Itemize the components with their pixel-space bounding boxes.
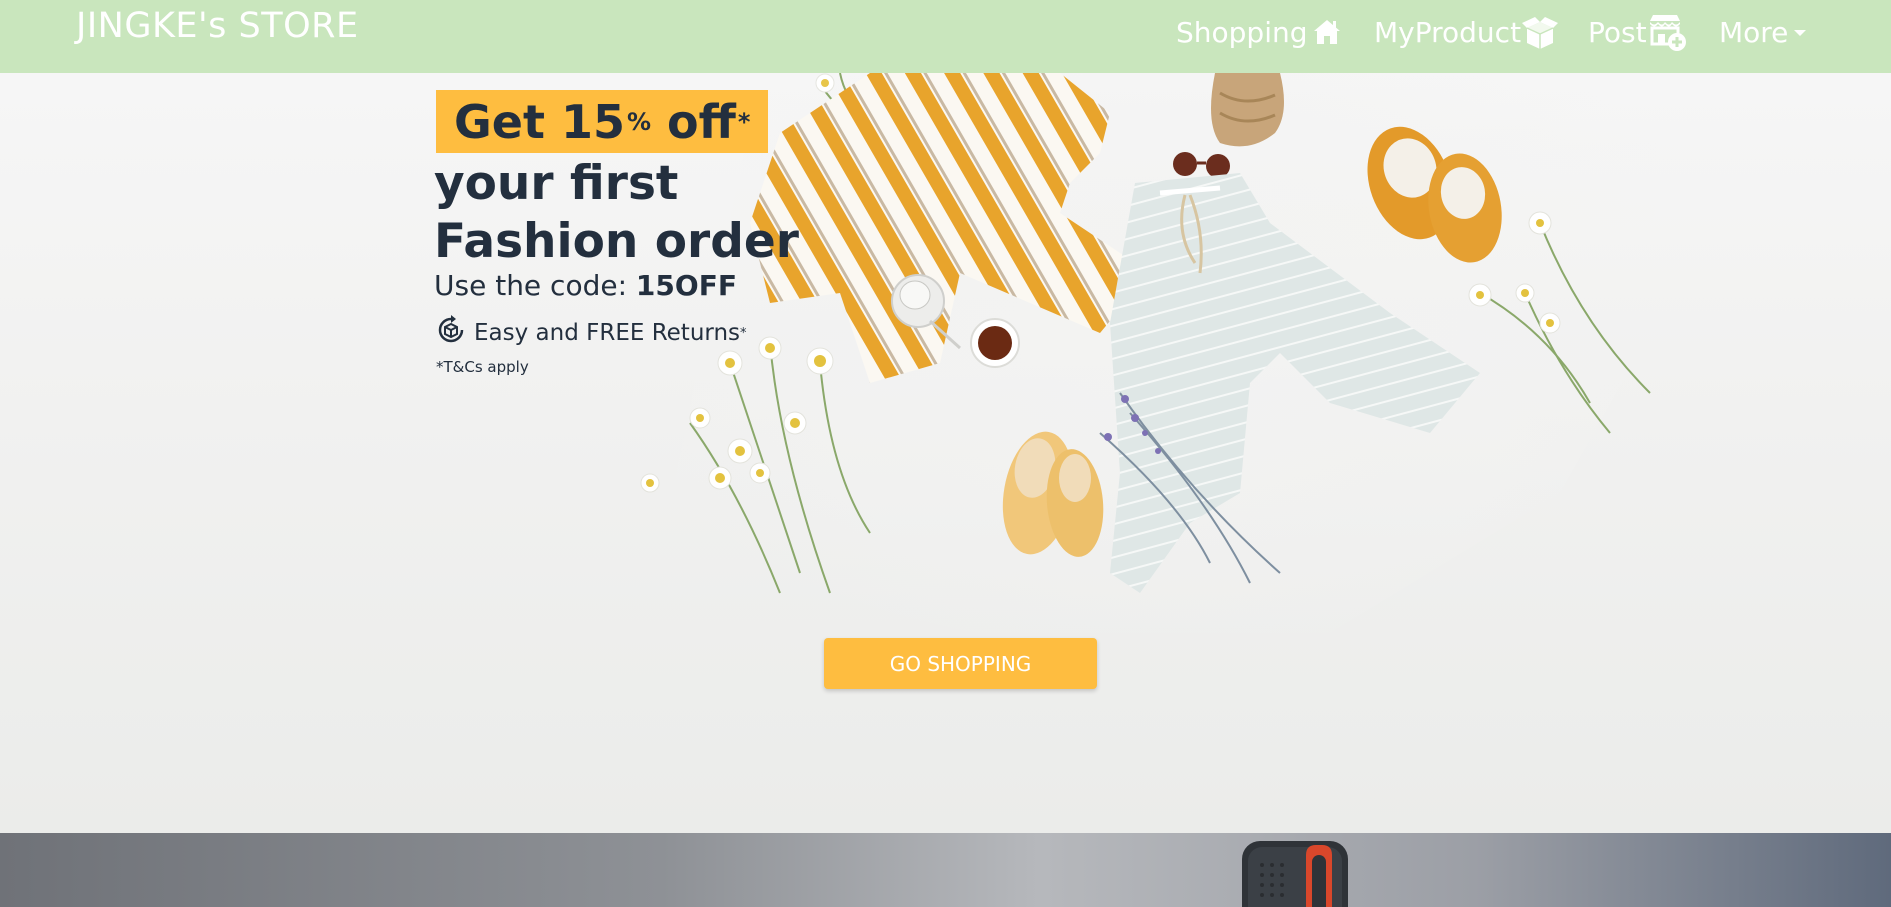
terms-note: *T&Cs apply <box>436 358 529 376</box>
nav-post-label: Post <box>1588 15 1647 49</box>
go-shopping-button[interactable]: GO SHOPPING <box>824 638 1097 689</box>
product-banner[interactable] <box>0 833 1891 907</box>
store-brand[interactable]: JINGKE's STORE <box>76 6 359 46</box>
promo-code-line: Use the code: 15OFF <box>434 269 737 302</box>
nav-myproduct-label: MyProduct <box>1374 15 1522 49</box>
nav-shopping[interactable]: Shopping <box>1176 10 1342 54</box>
returns-icon <box>436 315 474 351</box>
package-icon <box>1521 14 1559 50</box>
promo-code: 15OFF <box>635 269 737 302</box>
portable-ssd-image <box>1242 841 1348 907</box>
returns-asterisk: * <box>740 325 747 341</box>
badge-text: Get 15 <box>454 94 625 149</box>
caret-down-icon <box>1794 30 1807 36</box>
home-icon <box>1312 17 1342 47</box>
nav-myproduct[interactable]: MyProduct <box>1374 10 1559 54</box>
store-add-icon <box>1647 12 1687 52</box>
discount-badge: Get 15% off * <box>436 90 769 153</box>
badge-percent: % <box>626 107 652 136</box>
returns-text: Easy and FREE Returns <box>474 320 741 346</box>
nav-shopping-label: Shopping <box>1176 15 1308 49</box>
nav-more-label: More <box>1719 15 1789 49</box>
free-returns-line: Easy and FREE Returns * <box>436 315 747 351</box>
hero-headline: your first Fashion order <box>434 156 799 269</box>
nav-more-dropdown[interactable]: More <box>1719 10 1807 54</box>
hero-banner: Get 15% off * your first Fashion order Us… <box>0 73 1891 833</box>
top-navbar: JINGKE's STORE Shopping MyProduct Post M… <box>0 0 1891 73</box>
promo-code-prefix: Use the code: <box>434 269 636 302</box>
nav-post[interactable]: Post <box>1588 10 1687 54</box>
badge-suffix: off <box>651 94 736 149</box>
badge-asterisk: * <box>737 107 751 136</box>
